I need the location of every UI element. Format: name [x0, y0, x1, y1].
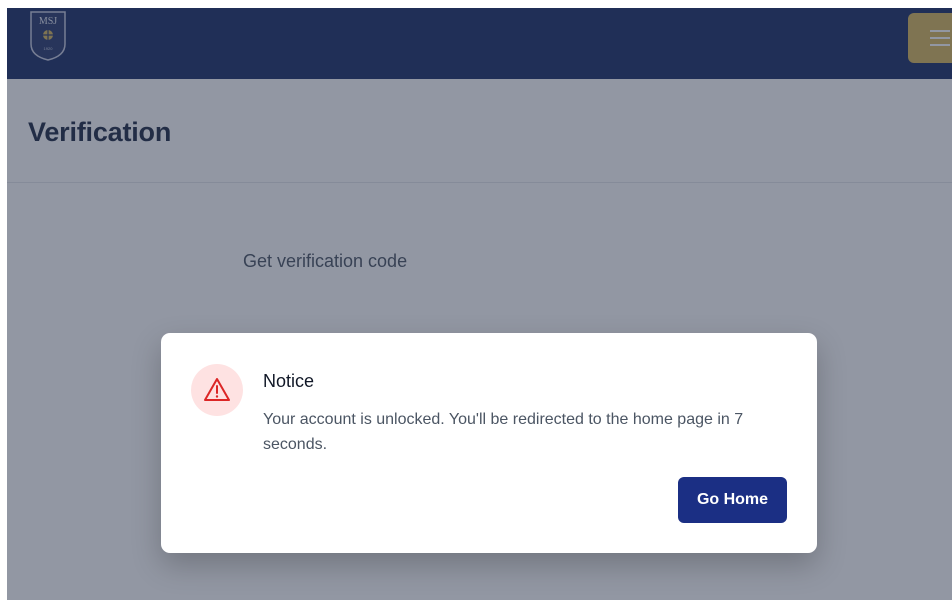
go-home-button[interactable]: Go Home [678, 477, 787, 523]
dialog-title: Notice [263, 371, 315, 391]
app-viewport: MSJ 1920 Verification Get verification c… [7, 8, 952, 600]
dialog-message: Your account is unlocked. You'll be redi… [263, 411, 744, 453]
alert-badge [191, 364, 243, 416]
notice-dialog: Notice Your account is unlocked. You'll … [161, 333, 817, 553]
warning-triangle-icon [204, 378, 230, 401]
